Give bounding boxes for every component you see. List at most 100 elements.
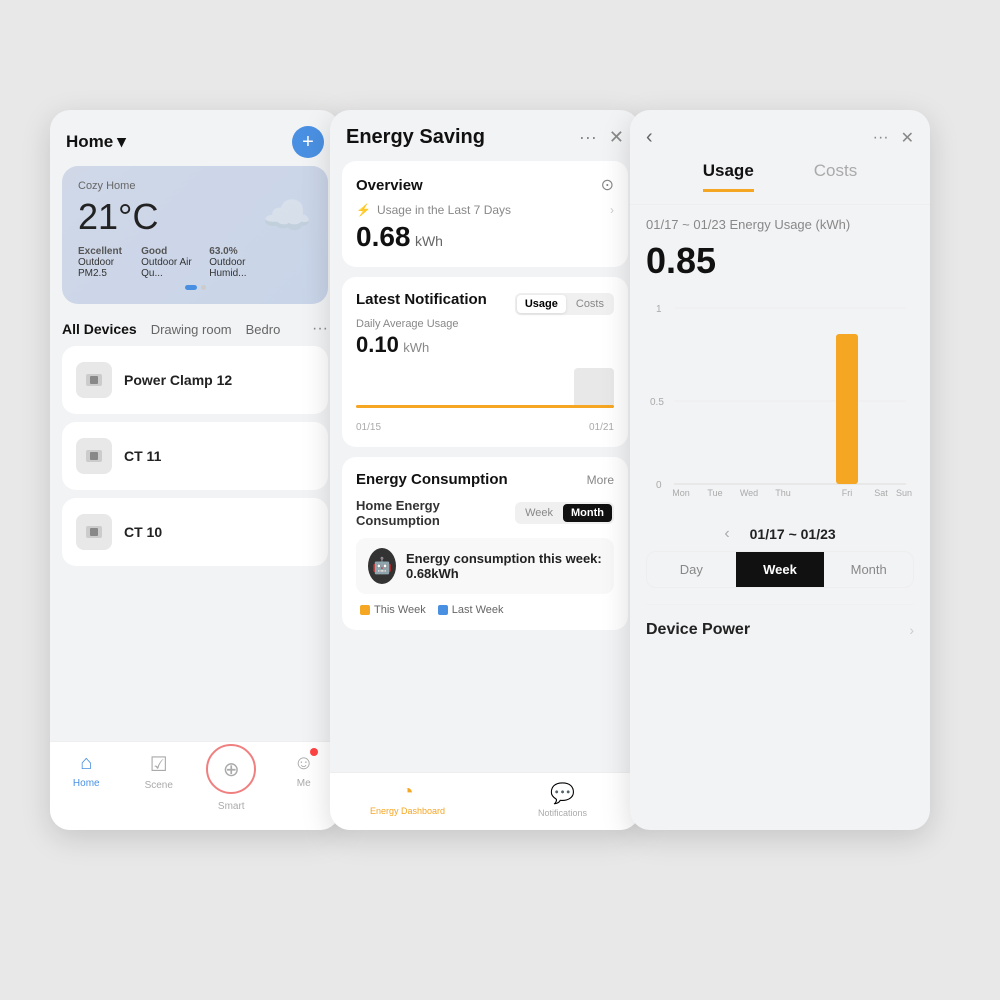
notification-title: Latest Notification (356, 291, 487, 308)
nav-home[interactable]: ⌂ Home (50, 752, 123, 816)
home-header: Home ▾ + (50, 110, 340, 166)
overview-header: Overview ⊙ (356, 175, 614, 195)
period-month[interactable]: Month (824, 552, 913, 587)
notifications-nav-label: Notifications (538, 808, 587, 818)
usage-close-icon[interactable]: ✕ (901, 128, 914, 148)
week-tab[interactable]: Week (517, 504, 561, 522)
date-range-text: 01/17 ~ 01/23 (646, 217, 726, 232)
legend-dot-last-week (438, 605, 448, 615)
energy-dashboard-nav[interactable]: ◔ Energy Dashboard (330, 781, 485, 818)
chart-date-start: 01/15 (356, 422, 381, 433)
back-button[interactable]: ‹ (646, 126, 653, 149)
temperature-display: 21°C (78, 196, 262, 238)
nav-scene-label: Scene (145, 780, 173, 791)
usage-chart-container: 1 0.5 0 Mon Tue Wed Thu Fri Sat (646, 298, 914, 503)
device-list: Power Clamp 12 CT 11 CT 10 (50, 346, 340, 566)
energy-title: Energy Saving (346, 126, 485, 149)
smart-icon: ⊕ (223, 757, 240, 782)
device-card-ct11[interactable]: CT 11 (62, 422, 328, 490)
more-options-icon[interactable]: ··· (579, 127, 597, 148)
home-screen: Home ▾ + Cozy Home 21°C Excellent Outdoo… (50, 110, 340, 830)
usage-chart (356, 358, 614, 418)
usage-header: ‹ ··· ✕ (630, 110, 930, 157)
me-badge (310, 748, 318, 756)
legend-last-week-label: Last Week (452, 604, 504, 616)
energy-saving-screen: Energy Saving ··· ✕ Overview ⊙ ⚡ Usage i… (330, 110, 640, 830)
period-week[interactable]: Week (736, 552, 825, 587)
lightning-icon: ⚡ (356, 203, 371, 217)
usage-more-icon[interactable]: ··· (873, 129, 889, 147)
device-name-ct11: CT 11 (124, 448, 161, 464)
device-power-row[interactable]: Device Power › (646, 604, 914, 655)
add-button[interactable]: + (292, 126, 324, 158)
me-icon: ☺ (294, 752, 314, 775)
robot-face-icon: 🤖 (372, 556, 392, 576)
notifications-nav[interactable]: 💬 Notifications (485, 781, 640, 818)
chart-legend: This Week Last Week (356, 604, 614, 616)
date-nav-row: ‹ 01/17 ~ 01/23 (630, 511, 930, 551)
costs-tab[interactable]: Costs (568, 295, 612, 313)
smart-circle: ⊕ (206, 744, 256, 794)
home-label-text: Home (66, 132, 113, 152)
device-card-ct10[interactable]: CT 10 (62, 498, 328, 566)
header-icons: ··· ✕ (579, 127, 624, 148)
chart-dates: 01/15 01/21 (356, 422, 614, 433)
tab-bedroom[interactable]: Bedro (246, 322, 281, 337)
legend-this-week-label: This Week (374, 604, 426, 616)
tab-all-devices[interactable]: All Devices (62, 321, 137, 337)
period-day[interactable]: Day (647, 552, 736, 587)
device-icon-ct10 (76, 514, 112, 550)
nav-scene[interactable]: ☑ Scene (123, 752, 196, 816)
device-name-power-clamp: Power Clamp 12 (124, 372, 232, 388)
device-consumption-row: 🤖 Energy consumption this week: 0.68kWh (356, 538, 614, 594)
chart-bar-gray (574, 368, 614, 408)
weather-stats: Excellent Outdoor PM2.5 Good Outdoor Air… (78, 246, 262, 279)
month-tab[interactable]: Month (563, 504, 612, 522)
device-icon-power-clamp (76, 362, 112, 398)
daily-value-display: 0.10 kWh (356, 332, 487, 358)
usage-costs-tabs: Usage Costs (630, 157, 930, 205)
more-link[interactable]: More (587, 473, 614, 487)
device-name-ct10: CT 10 (124, 524, 162, 540)
svg-text:Fri: Fri (842, 488, 853, 498)
home-energy-header: Home EnergyConsumption Week Month (356, 498, 614, 528)
nav-smart-label: Smart (218, 801, 245, 812)
legend-this-week: This Week (360, 604, 426, 616)
energy-consumption-title: Energy Consumption (356, 471, 508, 488)
bottom-navigation: ⌂ Home ☑ Scene ⊕ Smart ☺ Me (50, 741, 340, 830)
settings-icon[interactable]: ⊙ (601, 175, 614, 195)
prev-period-button[interactable]: ‹ (724, 525, 729, 543)
usage-chevron-icon: › (610, 203, 614, 217)
svg-text:Sat: Sat (874, 488, 888, 498)
robot-icon: 🤖 (368, 548, 396, 584)
legend-last-week: Last Week (438, 604, 504, 616)
device-icon-ct11 (76, 438, 112, 474)
close-icon[interactable]: ✕ (609, 127, 624, 148)
chart-bar-fri (836, 334, 858, 484)
dashboard-icon: ◔ (401, 781, 413, 804)
daily-unit: kWh (403, 340, 429, 355)
tab-usage[interactable]: Usage (703, 161, 754, 192)
humidity-sub: Outdoor Humid... (209, 257, 262, 279)
usage-chart-svg: 1 0.5 0 Mon Tue Wed Thu Fri Sat (646, 298, 914, 498)
tabs-more-icon[interactable]: ··· (312, 320, 328, 338)
usage-costs-screen: ‹ ··· ✕ Usage Costs 01/17 ~ 01/23 Energy… (630, 110, 930, 830)
home-title[interactable]: Home ▾ (66, 132, 126, 152)
air-sub: Outdoor Air Qu... (141, 257, 193, 279)
svg-text:1: 1 (656, 304, 662, 315)
tab-drawing-room[interactable]: Drawing room (151, 322, 232, 337)
chart-line-orange (356, 405, 614, 408)
svg-text:Sun: Sun (896, 488, 912, 498)
nav-smart[interactable]: ⊕ Smart (195, 752, 268, 816)
svg-text:Thu: Thu (775, 488, 791, 498)
usage-tab[interactable]: Usage (517, 295, 566, 313)
humidity-label: 63.0% (209, 246, 262, 257)
daily-avg-label: Daily Average Usage (356, 318, 487, 330)
dot-2 (201, 285, 206, 290)
air-label: Good (141, 246, 193, 257)
period-tabs: Day Week Month (646, 551, 914, 588)
overview-section: Overview ⊙ ⚡ Usage in the Last 7 Days › … (342, 161, 628, 267)
device-card-power-clamp[interactable]: Power Clamp 12 (62, 346, 328, 414)
tab-costs[interactable]: Costs (814, 161, 857, 192)
overview-title: Overview (356, 177, 423, 194)
